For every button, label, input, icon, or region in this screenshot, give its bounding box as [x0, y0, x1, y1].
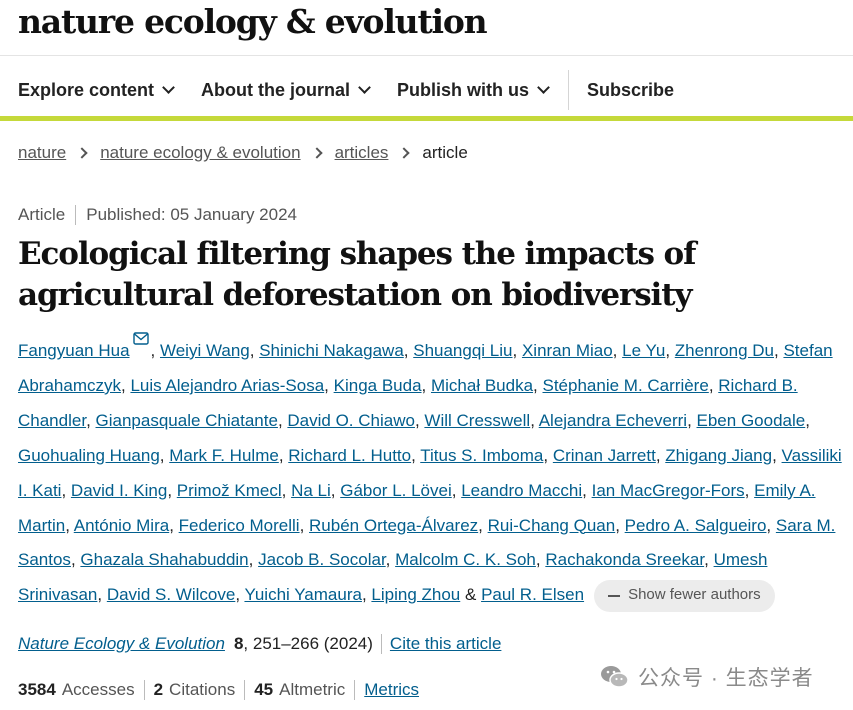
breadcrumb-nature[interactable]: nature: [18, 143, 66, 163]
author-ampersand: &: [464, 585, 477, 605]
citations-label: Citations: [169, 680, 236, 699]
nav-subscribe[interactable]: Subscribe: [587, 80, 674, 101]
author-link[interactable]: Shinichi Nakagawa: [259, 341, 404, 360]
mail-icon[interactable]: [132, 332, 149, 345]
author-link[interactable]: Pedro A. Salgueiro: [625, 516, 767, 535]
author-link[interactable]: David S. Wilcove: [107, 585, 235, 604]
nav-publish-with-us[interactable]: Publish with us: [397, 79, 550, 101]
accesses-label: Accesses: [61, 680, 135, 699]
author-link[interactable]: David O. Chiawo: [287, 411, 415, 430]
chevron-down-icon: [358, 81, 371, 94]
metrics-bar: 3584 Accesses 2 Citations 45 Altmetric M…: [18, 680, 419, 700]
citations-count: 2: [153, 680, 164, 699]
chevron-right-icon: [310, 147, 323, 159]
minus-icon: [608, 594, 621, 597]
article-meta: Article Published: 05 January 2024: [18, 205, 297, 225]
header-divider: [0, 55, 853, 56]
altmetric-count: 45: [254, 680, 274, 699]
accent-bar: [0, 116, 853, 121]
article-title: Ecological filtering shapes the impacts …: [18, 236, 696, 313]
author-link[interactable]: Rachakonda Sreekar: [545, 550, 704, 569]
journal-logo[interactable]: nature ecology & evolution: [18, 2, 488, 41]
metrics-divider: [143, 680, 145, 700]
author-link[interactable]: Guohualing Huang: [18, 446, 160, 465]
chevron-right-icon: [398, 147, 411, 159]
author-link[interactable]: David I. King: [71, 481, 167, 500]
breadcrumb-articles[interactable]: articles: [335, 143, 389, 163]
author-link[interactable]: Jacob B. Socolar: [258, 550, 386, 569]
author-link[interactable]: Primož Kmecl: [177, 481, 282, 500]
show-fewer-label: Show fewer authors: [628, 586, 761, 604]
metrics-divider: [354, 680, 356, 700]
author-link[interactable]: António Mira: [74, 516, 169, 535]
author-link[interactable]: Zhigang Jiang: [665, 446, 772, 465]
author-link[interactable]: Michał Budka: [431, 376, 533, 395]
author-link[interactable]: Zhenrong Du: [675, 341, 774, 360]
author-link[interactable]: Gianpasquale Chiatante: [96, 411, 278, 430]
cite-this-article-link[interactable]: Cite this article: [390, 634, 501, 654]
nav-about-journal[interactable]: About the journal: [201, 79, 371, 101]
author-link[interactable]: Eben Goodale: [697, 411, 806, 430]
published-date: Published: 05 January 2024: [86, 205, 297, 224]
article-type: Article: [18, 205, 66, 224]
metrics-divider: [244, 680, 246, 700]
author-link[interactable]: Ghazala Shahabuddin: [80, 550, 248, 569]
wechat-icon: [601, 666, 629, 688]
author-link[interactable]: Federico Morelli: [179, 516, 300, 535]
author-link[interactable]: Richard L. Hutto: [288, 446, 411, 465]
author-link[interactable]: Stéphanie M. Carrière: [543, 376, 709, 395]
citation-volume: 8: [233, 634, 244, 653]
breadcrumb-journal[interactable]: nature ecology & evolution: [100, 143, 300, 163]
author-list: Fangyuan Hua, Weiyi Wang, Shinichi Nakag…: [18, 332, 848, 613]
main-nav: Explore content About the journal Publis…: [18, 70, 702, 110]
breadcrumb: nature nature ecology & evolution articl…: [18, 143, 468, 163]
author-link[interactable]: Yuichi Yamaura: [244, 585, 362, 604]
breadcrumb-current: article: [422, 143, 468, 162]
chevron-down-icon: [162, 81, 175, 94]
author-link[interactable]: Le Yu: [622, 341, 665, 360]
author-link[interactable]: Weiyi Wang: [160, 341, 250, 360]
author-link[interactable]: Na Li: [291, 481, 331, 500]
author-link[interactable]: Leandro Macchi: [461, 481, 582, 500]
author-link[interactable]: Mark F. Hulme: [169, 446, 279, 465]
author-link[interactable]: Paul R. Elsen: [481, 585, 584, 604]
author-link[interactable]: Gábor L. Lövei: [340, 481, 452, 500]
chevron-right-icon: [76, 147, 88, 159]
author-link[interactable]: Malcolm C. K. Soh: [395, 550, 536, 569]
citation-line: Nature Ecology & Evolution 8 , 251–266 (…: [18, 634, 501, 654]
author-link[interactable]: Rubén Ortega-Álvarez: [309, 516, 478, 535]
author-link[interactable]: Crinan Jarrett: [553, 446, 656, 465]
nav-publish-label: Publish with us: [397, 79, 530, 100]
author-link[interactable]: Rui-Chang Quan: [488, 516, 616, 535]
author-link[interactable]: Xinran Miao: [522, 341, 613, 360]
author-link[interactable]: Shuangqi Liu: [413, 341, 512, 360]
nav-explore-content[interactable]: Explore content: [18, 79, 175, 101]
author-link[interactable]: Will Cresswell: [424, 411, 530, 430]
watermark-text: 公众号 · 生态学者: [638, 667, 814, 690]
author-link[interactable]: Ian MacGregor-Fors: [592, 481, 745, 500]
show-fewer-authors-button[interactable]: Show fewer authors: [594, 579, 775, 612]
author-link[interactable]: Luis Alejandro Arias-Sosa: [130, 376, 324, 395]
author-link[interactable]: Fangyuan Hua: [18, 341, 130, 360]
citation-pages: , 251–266 (2024): [243, 634, 373, 653]
nav-about-label: About the journal: [201, 79, 351, 100]
watermark: 公众号 · 生态学者: [600, 662, 814, 692]
nav-separator: [568, 70, 570, 110]
author-link[interactable]: Kinga Buda: [334, 376, 422, 395]
nav-explore-label: Explore content: [18, 79, 155, 100]
citation-journal[interactable]: Nature Ecology & Evolution: [18, 634, 225, 654]
chevron-down-icon: [537, 81, 550, 94]
author-link[interactable]: Titus S. Imboma: [420, 446, 543, 465]
author-link[interactable]: Liping Zhou: [371, 585, 460, 604]
accesses-count: 3584: [18, 680, 56, 699]
altmetric-label: Altmetric: [279, 680, 346, 699]
meta-divider: [75, 205, 77, 225]
author-link[interactable]: Alejandra Echeverri: [539, 411, 687, 430]
citation-divider: [380, 634, 382, 654]
metrics-link[interactable]: Metrics: [364, 680, 419, 700]
